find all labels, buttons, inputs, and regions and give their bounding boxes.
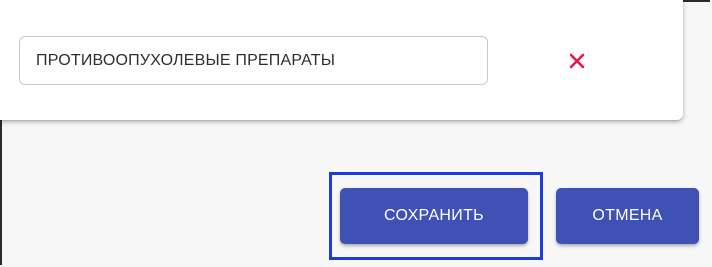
cancel-button[interactable]: ОТМЕНА (556, 188, 699, 244)
save-button[interactable]: СОХРАНИТЬ (340, 188, 528, 244)
close-icon (569, 53, 585, 69)
category-card: ПРОТИВООПУХОЛЕВЫЕ ПРЕПАРАТЫ (0, 0, 683, 120)
delete-category-button[interactable] (566, 50, 588, 72)
category-field[interactable]: ПРОТИВООПУХОЛЕВЫЕ ПРЕПАРАТЫ (19, 36, 488, 85)
